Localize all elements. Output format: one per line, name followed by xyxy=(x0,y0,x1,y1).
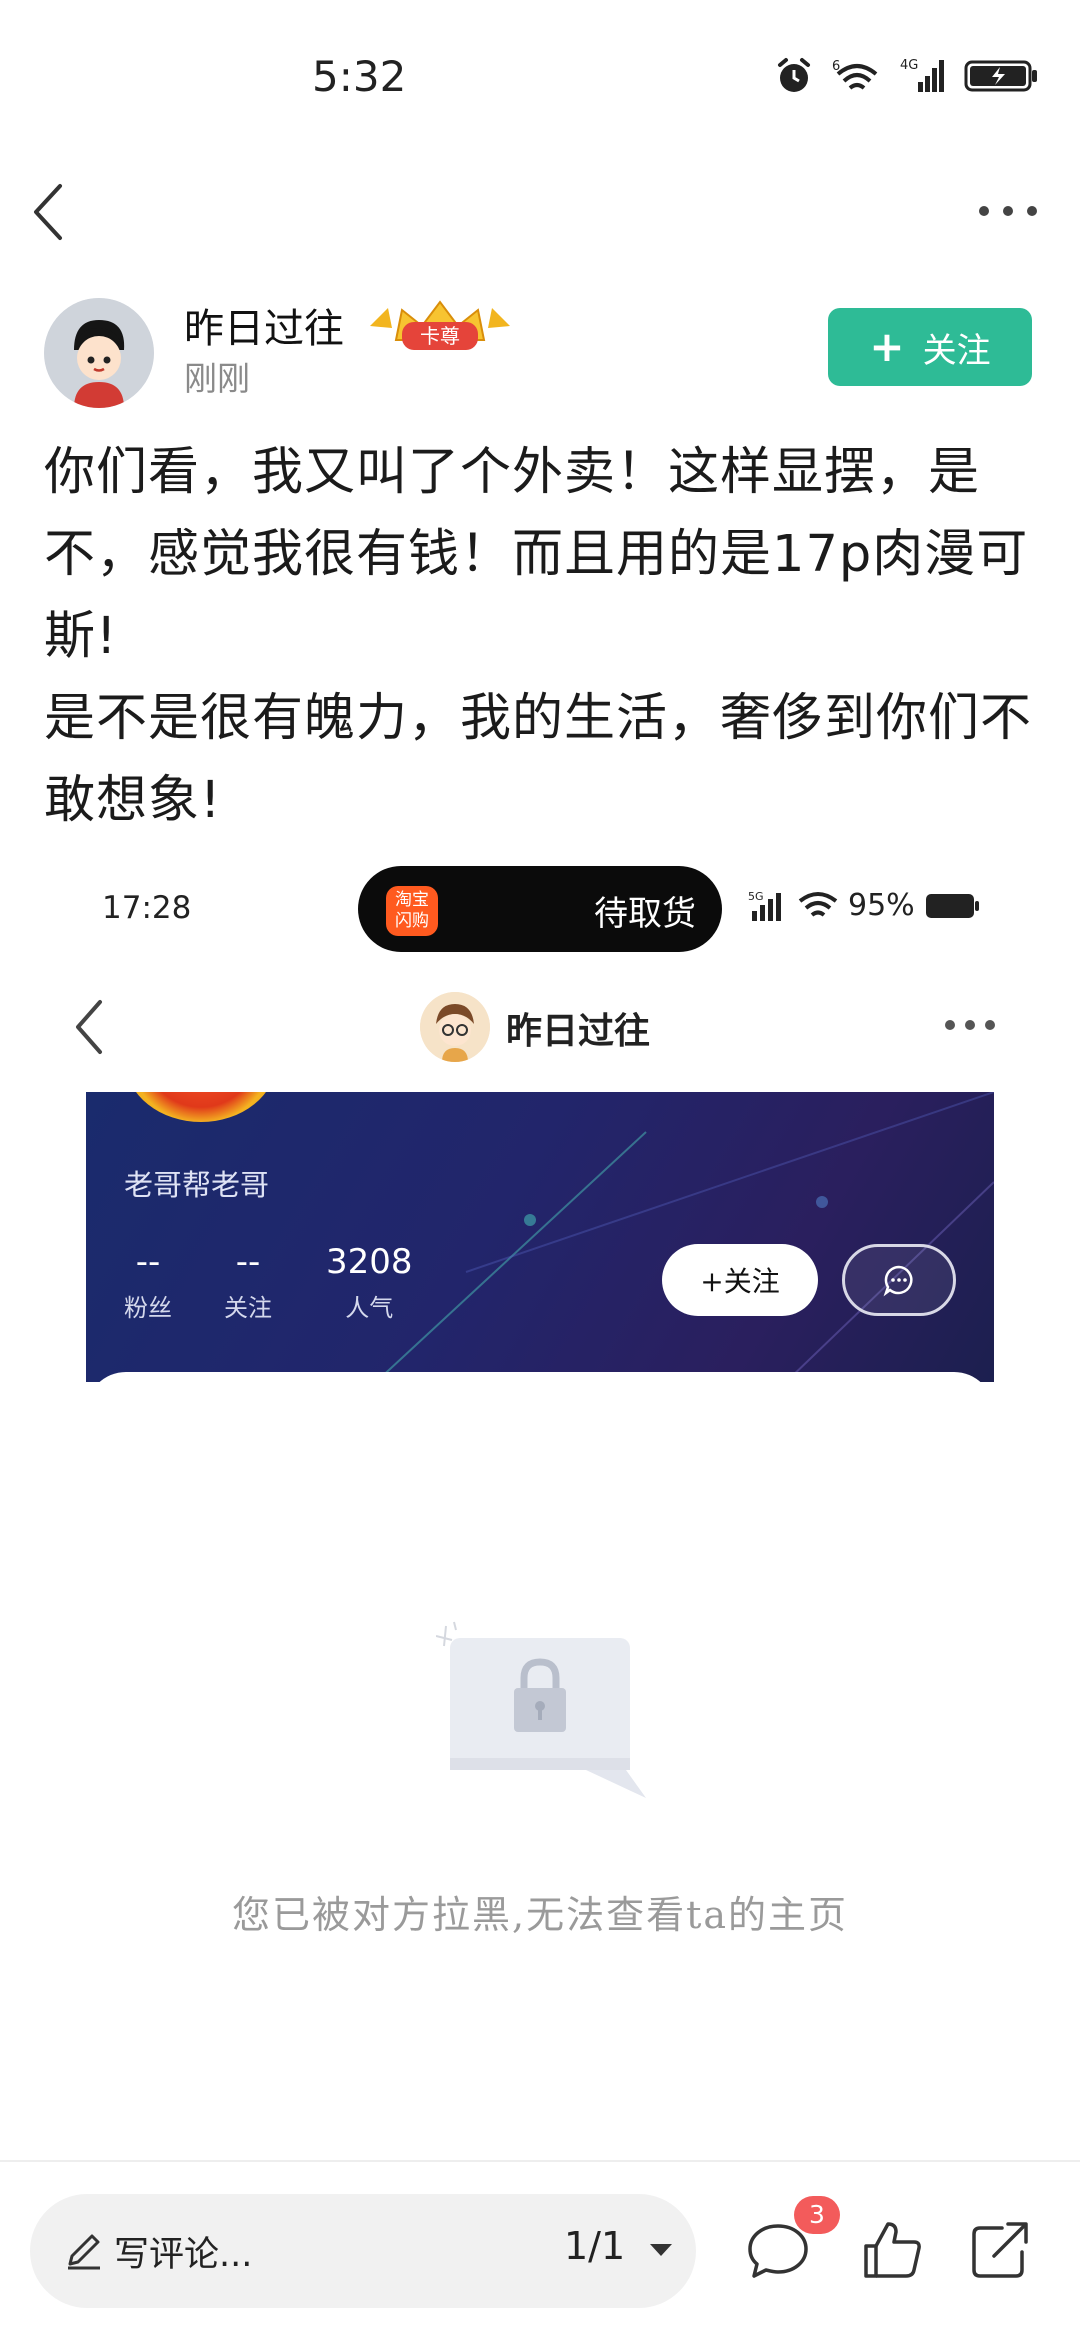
embedded-status-icons: 5G 95% xyxy=(748,888,981,923)
author-avatar[interactable] xyxy=(44,298,154,408)
post-body: 你们看，我又叫了个外卖！这样显摆，是不，感觉我很有钱！而且用的是17p肉漫可斯!… xyxy=(44,432,1044,842)
battery-icon xyxy=(925,893,979,918)
comment-count-badge: 3 xyxy=(794,2196,840,2234)
embedded-message-button xyxy=(842,1244,956,1316)
profile-banner: 老哥帮老哥 -- 粉丝 -- 关注 3208 人气 +关注 xyxy=(86,1092,994,1382)
stat-value: -- xyxy=(235,1242,261,1282)
status-icons: 6 4G xyxy=(774,56,1040,96)
stat-label: 粉丝 xyxy=(124,1294,172,1322)
comment-placeholder: 写评论... xyxy=(114,2235,253,2275)
plus-icon: + xyxy=(869,322,905,371)
pill-status-text: 待取货 xyxy=(594,894,696,934)
vip-badge-text: 卡尊 xyxy=(420,324,460,348)
blocked-message: 您已被对方拉黑,无法查看ta的主页 xyxy=(231,1893,848,1937)
embedded-follow-button: +关注 xyxy=(662,1244,818,1316)
post-paragraph: 是不是很有魄力，我的生活，奢侈到你们不敢想象! xyxy=(44,689,1033,830)
comment-input[interactable]: 写评论... 1/1 xyxy=(30,2194,696,2308)
dropdown-triangle-icon[interactable] xyxy=(648,2242,674,2258)
stat-label: 关注 xyxy=(224,1294,272,1322)
network-label: 5G xyxy=(748,890,764,903)
battery-charging-icon xyxy=(964,60,1037,92)
follow-button-label: 关注 xyxy=(922,330,991,371)
profile-content-card xyxy=(86,1372,994,1452)
avatar-illustration xyxy=(44,298,154,408)
wifi-6-icon: 6 xyxy=(832,59,878,90)
post-paragraph: 你们看，我又叫了个外卖！这样显摆，是不，感觉我很有钱！而且用的是17p肉漫可斯! xyxy=(44,443,1029,666)
status-bar: 5:32 6 4G xyxy=(0,0,1080,150)
signal-4g-icon: 4G xyxy=(900,58,944,92)
embedded-more-icon xyxy=(945,1020,995,1030)
like-icon[interactable] xyxy=(858,2216,926,2284)
more-icon[interactable] xyxy=(976,196,1040,226)
stat-value: -- xyxy=(135,1242,161,1282)
wifi-icon xyxy=(798,891,838,917)
profile-bio: 老哥帮老哥 xyxy=(124,1168,270,1202)
embedded-status-time: 17:28 xyxy=(102,890,192,926)
page-indicator[interactable]: 1/1 xyxy=(564,2224,625,2268)
vip-crown-badge: 卡尊 xyxy=(366,296,514,354)
pen-icon xyxy=(68,2234,100,2270)
lock-message-icon xyxy=(436,1621,646,1798)
stat-following: -- 关注 xyxy=(224,1242,272,1323)
banner-decoration xyxy=(375,1092,994,1382)
post-image[interactable]: 17:28 淘宝 闪购 待取货 5G 95% 昨日过往 老哥帮老哥 -- 粉丝 … xyxy=(0,860,1080,2160)
embedded-profile-avatar xyxy=(420,992,490,1062)
back-icon[interactable] xyxy=(28,180,68,244)
author-name[interactable]: 昨日过往 xyxy=(184,296,344,354)
bottom-divider xyxy=(0,2160,1080,2162)
signal-5g-icon: 5G xyxy=(748,890,781,921)
stat-fans: -- 粉丝 xyxy=(124,1242,172,1323)
chat-bubble-icon xyxy=(883,1265,913,1297)
stat-label: 人气 xyxy=(345,1294,394,1322)
battery-percent: 95% xyxy=(848,888,915,923)
alarm-icon xyxy=(778,58,810,92)
follow-button[interactable]: + 关注 xyxy=(828,308,1032,386)
svg-text:4G: 4G xyxy=(900,58,918,73)
embedded-back-icon xyxy=(76,1000,102,1054)
share-icon[interactable] xyxy=(966,2216,1034,2284)
taobao-flash-app-icon: 淘宝 闪购 xyxy=(386,886,438,936)
status-time: 5:32 xyxy=(312,52,407,101)
post-time: 刚刚 xyxy=(184,359,250,398)
stat-value: 3208 xyxy=(326,1242,413,1282)
stat-popularity: 3208 人气 xyxy=(326,1242,413,1323)
dynamic-island-pill: 淘宝 闪购 待取货 xyxy=(358,866,722,952)
embedded-profile-name: 昨日过往 xyxy=(506,1010,651,1052)
